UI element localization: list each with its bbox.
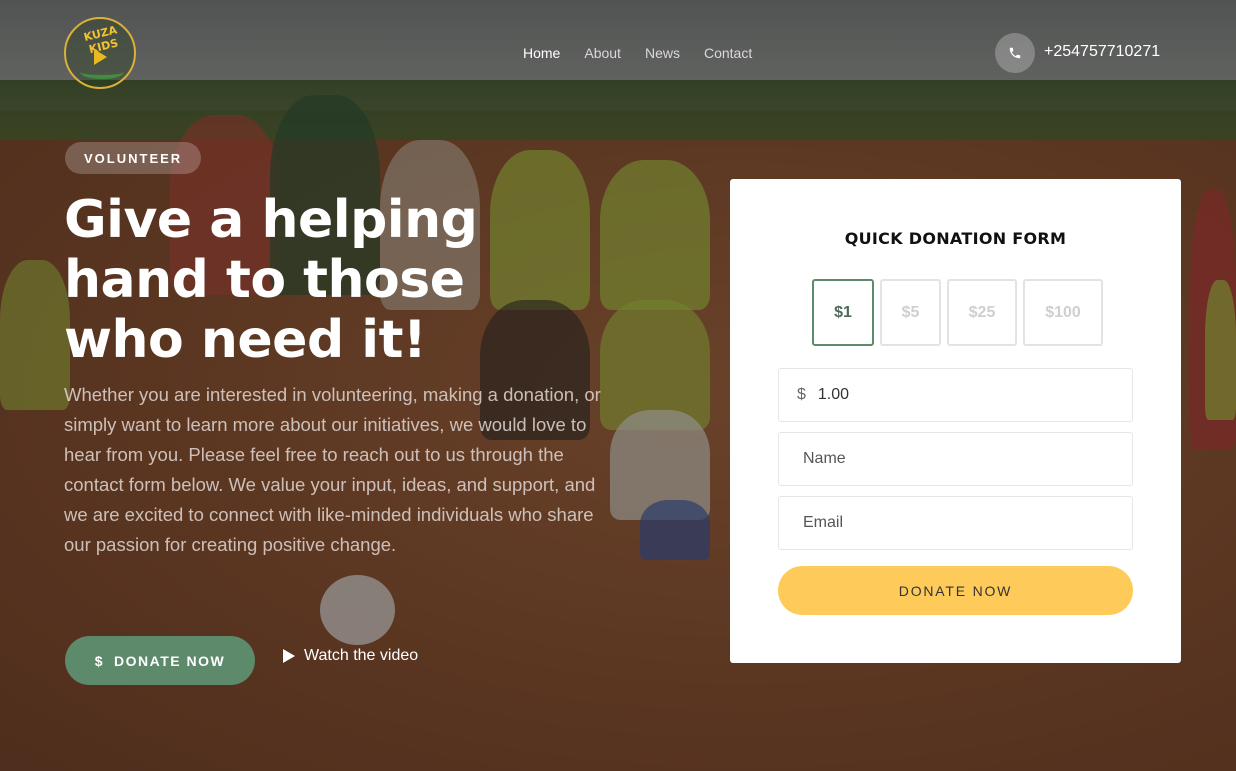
- hero-headline: Give a helping hand to those who need it…: [64, 190, 478, 370]
- nav-news[interactable]: News: [645, 45, 680, 61]
- name-field[interactable]: [778, 432, 1133, 486]
- currency-symbol: $: [797, 386, 806, 403]
- hero-description: Whether you are interested in volunteeri…: [64, 384, 601, 555]
- nav-home[interactable]: Home: [523, 45, 560, 61]
- name-input[interactable]: [803, 450, 1132, 468]
- dollar-icon: $: [94, 652, 105, 669]
- watch-video-link[interactable]: Watch the video: [283, 647, 418, 665]
- logo[interactable]: KUZA KIDS: [64, 17, 136, 89]
- phone-number[interactable]: +254757710271: [1044, 43, 1160, 61]
- nav-about[interactable]: About: [584, 45, 621, 61]
- logo-play-icon: [94, 49, 107, 65]
- amount-input[interactable]: [817, 386, 1132, 404]
- main-nav: Home About News Contact: [523, 45, 752, 61]
- phone-icon[interactable]: [995, 33, 1035, 73]
- form-donate-button[interactable]: DONATE NOW: [778, 566, 1133, 615]
- hero-donate-label: DONATE NOW: [114, 652, 226, 669]
- logo-swoosh-icon: [80, 65, 124, 79]
- amount-option-25[interactable]: $25: [947, 279, 1017, 346]
- email-input[interactable]: [803, 514, 1132, 532]
- nav-contact[interactable]: Contact: [704, 45, 752, 61]
- amount-option-1[interactable]: $1: [812, 279, 874, 346]
- email-field[interactable]: [778, 496, 1133, 550]
- amount-options: $1 $5 $25 $100: [812, 279, 1103, 346]
- form-title: QUICK DONATION FORM: [844, 229, 1067, 248]
- quick-donation-form: QUICK DONATION FORM $1 $5 $25 $100 $ DON…: [730, 179, 1181, 663]
- amount-option-100[interactable]: $100: [1023, 279, 1103, 346]
- hero-donate-button[interactable]: $ DONATE NOW: [65, 636, 255, 685]
- volunteer-tag: VOLUNTEER: [65, 142, 202, 174]
- amount-field[interactable]: $: [778, 368, 1133, 422]
- play-icon: [283, 649, 295, 663]
- watch-video-label: Watch the video: [304, 647, 419, 664]
- amount-option-5[interactable]: $5: [880, 279, 941, 346]
